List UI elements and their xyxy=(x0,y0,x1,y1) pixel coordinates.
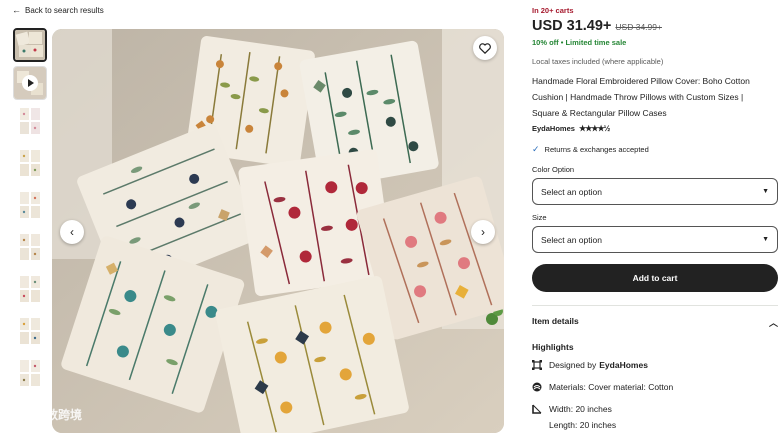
thumbnail-image-5[interactable] xyxy=(19,190,41,220)
listing-title: Handmade Floral Embroidered Pillow Cover… xyxy=(532,76,750,118)
thumbnail-image-4[interactable] xyxy=(19,148,41,178)
divider xyxy=(532,305,778,306)
size-select[interactable]: Select an option ▼ xyxy=(532,226,778,253)
watermark-text: 大数跨境 xyxy=(34,408,83,422)
previous-image-button[interactable]: ‹ xyxy=(60,220,84,244)
item-details-label: Item details xyxy=(532,316,579,326)
thumbnail-video[interactable] xyxy=(13,66,47,100)
watermark: 大数跨境 xyxy=(8,406,82,423)
thumbnail-image-9[interactable] xyxy=(19,358,41,388)
item-details-toggle[interactable]: Item details ︿ xyxy=(532,316,778,329)
carts-badge: In 20+ carts xyxy=(532,6,574,15)
materials-row: Materials: Cover material: Cotton xyxy=(532,382,673,392)
favorite-button[interactable] xyxy=(473,36,497,60)
watermark-logo-icon xyxy=(8,406,30,423)
shop-name-link[interactable]: EydaHomes xyxy=(532,124,575,133)
chevron-left-icon: ‹ xyxy=(70,225,74,239)
thumbnail-image-6[interactable] xyxy=(19,232,41,262)
next-image-button[interactable]: › xyxy=(471,220,495,244)
caret-down-icon: ▼ xyxy=(762,188,769,195)
color-option-value: Select an option xyxy=(541,186,602,197)
ruler-icon xyxy=(532,404,542,414)
rating-stars-icon[interactable]: ★★★★½ xyxy=(579,124,610,133)
chevron-right-icon: › xyxy=(481,225,485,239)
length-text: Length: 20 inches xyxy=(549,420,617,430)
designed-by-prefix: Designed by xyxy=(549,360,597,370)
main-product-image[interactable] xyxy=(52,29,504,433)
thumbnail-image-8[interactable] xyxy=(19,316,41,346)
color-option-select[interactable]: Select an option ▼ xyxy=(532,178,778,205)
materials-icon xyxy=(532,382,542,392)
highlights-heading: Highlights xyxy=(532,342,574,352)
price-row: USD 31.49+ USD 34.99+ xyxy=(532,18,662,34)
chevron-up-icon: ︿ xyxy=(768,318,778,328)
design-frame-icon xyxy=(532,360,542,370)
check-icon: ✓ xyxy=(532,144,540,154)
arrow-left-icon: ← xyxy=(12,5,21,15)
width-row: Width: 20 inches xyxy=(532,404,612,414)
heart-icon xyxy=(479,42,491,54)
current-price: USD 31.49+ xyxy=(532,18,612,34)
original-price: USD 34.99+ xyxy=(615,22,662,32)
thumbnail-strip xyxy=(13,28,49,398)
thumbnail-image-1[interactable] xyxy=(13,28,47,62)
add-to-cart-button[interactable]: Add to cart xyxy=(532,264,778,292)
back-label: Back to search results xyxy=(25,5,104,15)
caret-down-icon: ▼ xyxy=(762,236,769,243)
materials-text: Materials: Cover material: Cotton xyxy=(549,382,674,392)
returns-info: ✓ Returns & exchanges accepted xyxy=(532,144,649,155)
discount-text: 10% off • Limited time sale xyxy=(532,38,627,47)
thumbnail-image-7[interactable] xyxy=(19,274,41,304)
shop-row: EydaHomes ★★★★½ xyxy=(532,124,610,133)
length-row: Length: 20 inches xyxy=(549,420,616,430)
size-value: Select an option xyxy=(541,234,602,245)
designed-by-row: Designed by EydaHomes xyxy=(532,360,648,370)
color-option-label: Color Option xyxy=(532,165,575,174)
returns-text: Returns & exchanges accepted xyxy=(544,145,649,154)
width-text: Width: 20 inches xyxy=(549,404,612,414)
tax-note: Local taxes included (where applicable) xyxy=(532,57,664,66)
designed-by-shop-link[interactable]: EydaHomes xyxy=(599,360,648,370)
size-label: Size xyxy=(532,213,547,222)
thumbnail-image-3[interactable] xyxy=(19,106,41,136)
back-to-search-link[interactable]: ← Back to search results xyxy=(12,5,104,15)
